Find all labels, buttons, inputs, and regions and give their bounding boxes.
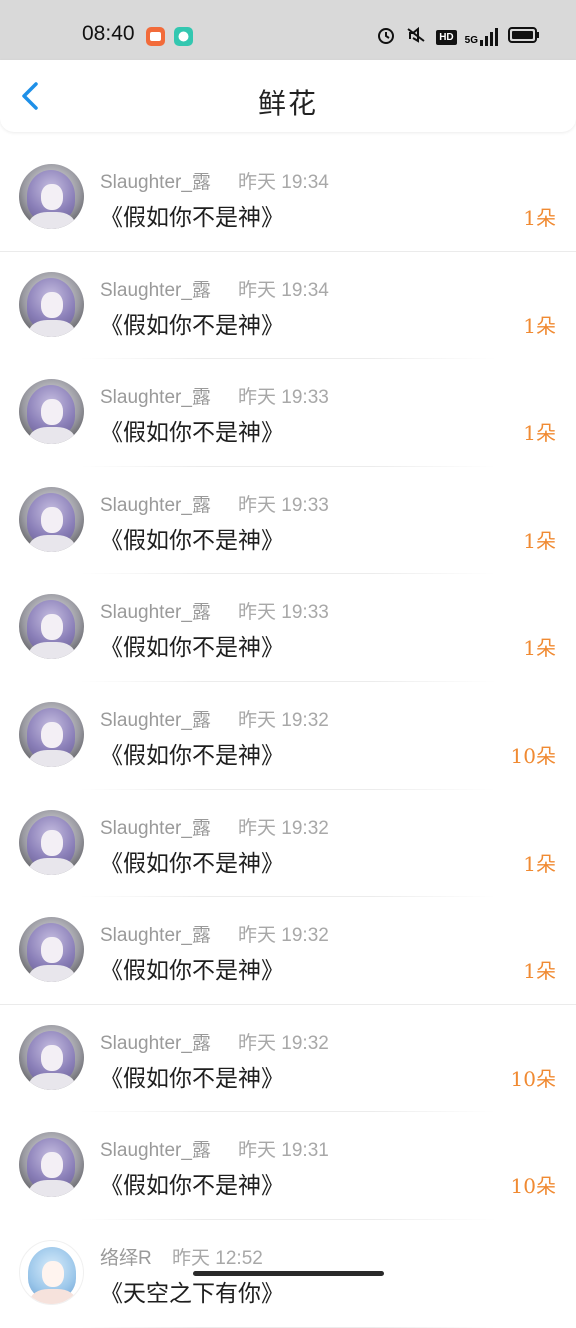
gift-title: 《假如你不是神》 (100, 958, 284, 985)
gift-title: 《假如你不是神》 (100, 205, 284, 231)
username[interactable]: Slaughter_露 (100, 1135, 211, 1162)
green-app-icon (174, 27, 193, 46)
avatar[interactable] (19, 809, 84, 875)
status-icons: HD 5G (376, 25, 540, 49)
network-label: 5G (464, 35, 478, 46)
timestamp: 昨天 19:32 (238, 709, 329, 731)
5g-signal-icon: 5G (465, 28, 500, 46)
gift-title: 《假如你不是神》 (100, 527, 284, 554)
timestamp: 昨天 19:34 (238, 172, 329, 193)
avatar[interactable] (19, 379, 84, 445)
username[interactable]: Slaughter_露 (100, 920, 211, 947)
avatar[interactable] (19, 594, 84, 660)
list-item[interactable]: Slaughter_露 昨天 19:33 《假如你不是神》 1朵 (0, 467, 576, 575)
timestamp: 昨天 19:33 (238, 602, 329, 624)
gift-title: 《假如你不是神》 (100, 312, 284, 339)
home-indicator[interactable] (193, 1271, 384, 1276)
gift-title: 《假如你不是神》 (100, 1173, 284, 1200)
username[interactable]: Slaughter_露 (100, 813, 211, 840)
header: 鲜花 (0, 60, 576, 132)
username[interactable]: Slaughter_露 (100, 382, 211, 409)
gift-title: 《天空之下有你》 (100, 1280, 284, 1307)
gift-title: 《假如你不是神》 (100, 1065, 284, 1092)
list-item[interactable]: Slaughter_露 昨天 19:32 《假如你不是神》 10朵 (0, 1005, 576, 1113)
list-item[interactable]: Slaughter_露 昨天 19:33 《假如你不是神》 1朵 (0, 574, 576, 682)
username[interactable]: Slaughter_露 (100, 275, 211, 302)
gift-count: 1朵 (523, 528, 556, 553)
list-item[interactable]: Slaughter_露 昨天 19:32 《假如你不是神》 10朵 (0, 682, 576, 790)
avatar[interactable] (19, 486, 84, 552)
username[interactable]: Slaughter_露 (100, 167, 211, 194)
gift-title: 《假如你不是神》 (100, 850, 284, 877)
timestamp: 昨天 19:34 (238, 279, 329, 301)
username[interactable]: 络绎R (100, 1243, 152, 1270)
avatar[interactable] (19, 271, 84, 337)
timestamp: 昨天 19:32 (238, 1032, 329, 1054)
username[interactable]: Slaughter_露 (100, 705, 211, 732)
avatar[interactable] (19, 1132, 84, 1198)
gift-title: 《假如你不是神》 (100, 420, 284, 447)
list-item[interactable]: Slaughter_露 昨天 19:31 《假如你不是神》 10朵 (0, 1112, 576, 1220)
alarm-icon (376, 25, 396, 49)
list-item[interactable]: Slaughter_露 昨天 19:34 《假如你不是神》 1朵 (0, 252, 576, 360)
list-item[interactable]: Slaughter_露 昨天 19:33 《假如你不是神》 1朵 (0, 359, 576, 467)
avatar[interactable] (19, 701, 84, 767)
avatar[interactable] (19, 1024, 84, 1090)
gift-count: 10朵 (510, 1066, 556, 1091)
username[interactable]: Slaughter_露 (100, 597, 211, 624)
orange-app-icon (146, 27, 165, 46)
list-item[interactable]: Slaughter_露 昨天 19:32 《假如你不是神》 1朵 (0, 897, 576, 1005)
hd-icon: HD (436, 29, 457, 45)
username[interactable]: Slaughter_露 (100, 1028, 211, 1055)
flower-list[interactable]: Slaughter_露 昨天 19:34 《假如你不是神》 1朵 Slaught… (0, 144, 576, 1328)
divider (80, 1326, 496, 1328)
avatar[interactable] (19, 1239, 84, 1305)
gift-count: 1朵 (523, 206, 556, 230)
gift-title: 《假如你不是神》 (100, 742, 284, 769)
timestamp: 昨天 12:52 (172, 1247, 263, 1269)
timestamp: 昨天 19:33 (238, 387, 329, 409)
status-time: 08:40 (82, 22, 135, 45)
timestamp: 昨天 19:33 (238, 494, 329, 516)
gift-count: 1朵 (523, 636, 556, 661)
battery-icon (508, 27, 540, 47)
status-bar: 08:40 HD 5G (0, 0, 576, 60)
timestamp: 昨天 19:32 (238, 925, 329, 947)
gift-count: 10朵 (510, 743, 556, 768)
list-item[interactable]: Slaughter_露 昨天 19:32 《假如你不是神》 1朵 (0, 790, 576, 898)
gift-count: 1朵 (523, 959, 556, 984)
timestamp: 昨天 19:32 (238, 817, 329, 839)
timestamp: 昨天 19:31 (238, 1140, 329, 1162)
username[interactable]: Slaughter_露 (100, 490, 211, 517)
page-title: 鲜花 (257, 87, 318, 120)
gift-count: 10朵 (510, 1174, 556, 1199)
list-item[interactable]: Slaughter_露 昨天 19:34 《假如你不是神》 1朵 (0, 144, 576, 252)
gift-title: 《假如你不是神》 (100, 635, 284, 662)
avatar[interactable] (19, 917, 84, 983)
mute-icon (404, 25, 428, 49)
gift-count: 1朵 (523, 851, 556, 876)
avatar[interactable] (19, 164, 84, 229)
gift-count: 1朵 (523, 421, 556, 446)
gift-count: 1朵 (523, 313, 556, 338)
